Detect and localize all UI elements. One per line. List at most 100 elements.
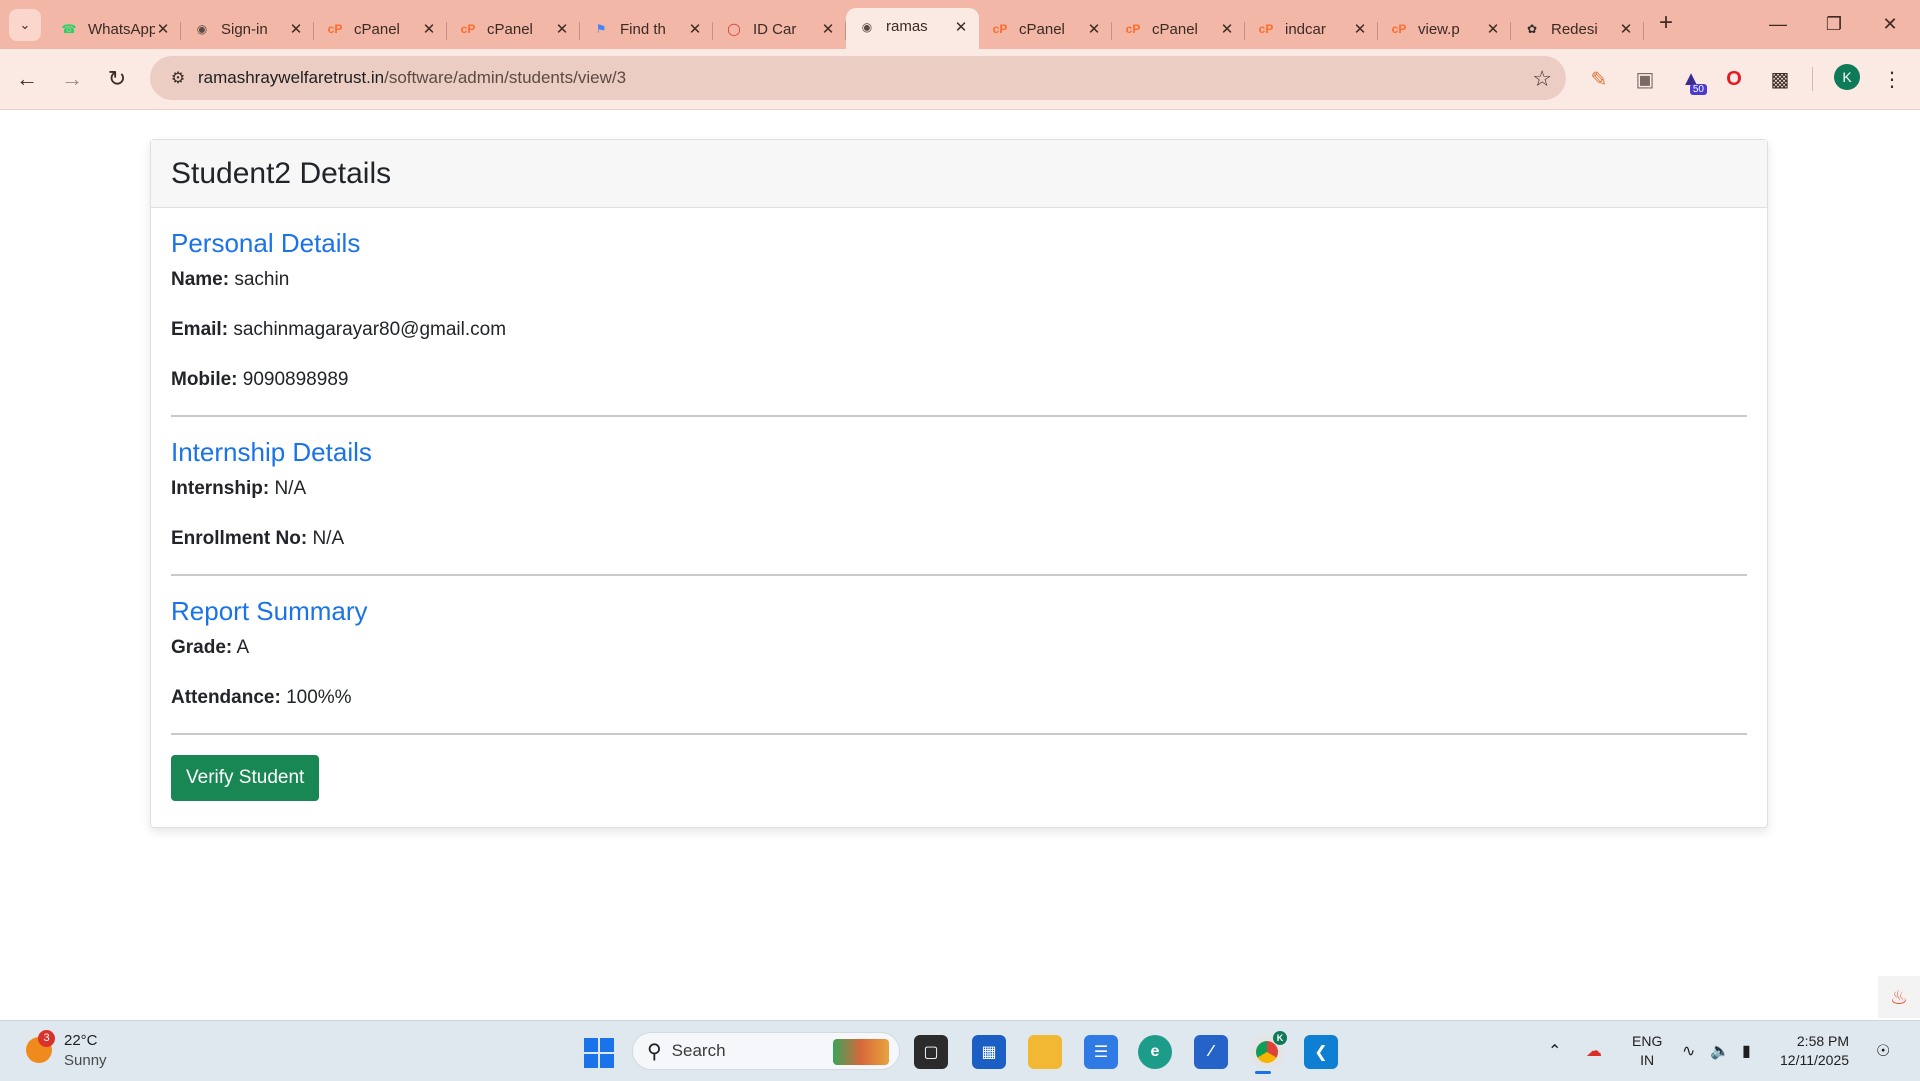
browser-tab[interactable]: cP indcar ✕ [1245, 12, 1378, 46]
close-tab-icon[interactable]: ✕ [1618, 20, 1634, 38]
browser-tab[interactable]: ✿ Redesi ✕ [1511, 12, 1644, 46]
personal-details-heading: Personal Details [171, 228, 361, 258]
enrollment-field: Enrollment No: N/A [171, 528, 1747, 550]
chevron-down-icon: ⌄ [19, 17, 31, 32]
tab-title: cPanel [487, 20, 533, 38]
tab-title: indcar [1285, 20, 1326, 38]
speaker-icon[interactable]: 🔈 [1710, 1041, 1730, 1061]
forward-button[interactable]: → [56, 63, 88, 95]
browser-tab[interactable]: cP view.p ✕ [1378, 12, 1511, 46]
notifications-icon[interactable]: ☉ [1876, 1041, 1890, 1061]
close-tab-icon[interactable]: ✕ [687, 20, 703, 38]
email-value: sachinmagarayar80@gmail.com [233, 319, 507, 340]
chrome-logo [1256, 1041, 1278, 1063]
bookmark-star-icon[interactable]: ☆ [1532, 66, 1552, 92]
restore-button[interactable]: ❐ [1806, 0, 1862, 49]
close-tab-icon[interactable]: ✕ [1352, 20, 1368, 38]
close-tab-icon[interactable]: ✕ [1485, 20, 1501, 38]
onedrive-icon[interactable]: ☁ [1586, 1041, 1602, 1061]
search-highlight-icon [833, 1039, 889, 1065]
minimize-button[interactable]: — [1750, 0, 1806, 49]
browser-tab[interactable]: ◉ Sign-in ✕ [181, 12, 314, 46]
temperature: 22°C [64, 1032, 98, 1049]
tab-title: cPanel [1152, 20, 1198, 38]
weather-badge: 3 [38, 1030, 55, 1047]
flag-icon: ⚑ [595, 22, 607, 36]
file-explorer-icon[interactable] [1028, 1035, 1062, 1069]
reload-button[interactable]: ↻ [101, 63, 133, 95]
time: 2:58 PM [1796, 1033, 1850, 1049]
card-header: Student2 Details [151, 140, 1767, 208]
browser-tab[interactable]: cP cPanel ✕ [314, 12, 447, 46]
date: 12/11/2025 [1780, 1052, 1850, 1068]
browser-tab[interactable]: ☎ WhatsApp ✕ [48, 12, 181, 46]
notepad-icon[interactable]: ☰ [1084, 1035, 1118, 1069]
report-summary-heading: Report Summary [171, 596, 368, 626]
tab-search-button[interactable]: ⌄ [9, 9, 41, 41]
extension-with-badge[interactable]: ▲ 50 [1675, 63, 1707, 95]
new-tab-button[interactable]: + [1652, 10, 1680, 38]
close-tab-icon[interactable]: ✕ [820, 20, 836, 38]
back-button[interactable]: ← [11, 63, 43, 95]
close-tab-icon[interactable]: ✕ [421, 20, 437, 38]
tab-title: ramas [886, 18, 928, 35]
camera-extension-icon[interactable]: ▣ [1629, 63, 1661, 95]
close-tab-icon[interactable]: ✕ [1219, 20, 1235, 38]
taskbar-search[interactable]: ⚲ Search [632, 1032, 900, 1070]
tab-strip: ⌄ ☎ WhatsApp ✕ ◉ Sign-in ✕ cP cPanel ✕ cP cPanel ✕ ⚑… [0, 0, 1920, 49]
windows-start-icon[interactable] [584, 1038, 614, 1068]
openai-icon: ✿ [1526, 22, 1538, 36]
vscode-icon[interactable]: ❮ [1304, 1035, 1338, 1069]
attendance-value: 100%% [286, 687, 352, 708]
browser-tab[interactable]: ⚑ Find th ✕ [580, 12, 713, 46]
close-window-button[interactable]: ✕ [1862, 0, 1918, 49]
grade-field: Grade: A [171, 637, 1747, 659]
browser-tab[interactable]: ◯ ID Car ✕ [713, 12, 846, 46]
tab-list: ☎ WhatsApp ✕ ◉ Sign-in ✕ cP cPanel ✕ cP cPanel ✕ ⚑ Fi… [48, 8, 1644, 49]
language-indicator[interactable]: ENG IN [1632, 1032, 1662, 1070]
pen-extension-icon[interactable]: ✎ [1583, 63, 1615, 95]
browser-tab[interactable]: ◉ ramas ✕ [846, 8, 979, 49]
battery-icon[interactable]: ▮ [1742, 1041, 1751, 1061]
opera-extension-icon[interactable]: O [1718, 63, 1750, 95]
tab-title: Redesi [1551, 20, 1598, 38]
cpanel-icon: cP [1258, 22, 1274, 36]
url-text[interactable]: ramashraywelfaretrust.in/software/admin/… [198, 68, 626, 88]
close-tab-icon[interactable]: ✕ [554, 20, 570, 38]
microsoft-store-icon[interactable]: ▦ [972, 1035, 1006, 1069]
close-tab-icon[interactable]: ✕ [953, 18, 969, 36]
verify-student-button[interactable]: Verify Student [171, 755, 320, 801]
profile-avatar[interactable]: K [1834, 64, 1860, 90]
email-label: Email: [171, 319, 229, 340]
grade-value: A [236, 637, 250, 658]
kebab-menu-icon[interactable]: ⋮ [1876, 63, 1908, 95]
attendance-label: Attendance: [171, 687, 281, 708]
site-info-icon[interactable]: ⚙ [158, 68, 198, 88]
close-tab-icon[interactable]: ✕ [1086, 20, 1102, 38]
task-view-icon[interactable]: ▢ [914, 1035, 948, 1069]
internship-value: N/A [274, 478, 307, 499]
url-domain: ramashraywelfaretrust.in [198, 68, 385, 87]
wifi-icon[interactable]: ∿ [1682, 1041, 1695, 1061]
close-tab-icon[interactable]: ✕ [288, 20, 304, 38]
browser-tab[interactable]: cP cPanel ✕ [1112, 12, 1245, 46]
fire-icon[interactable]: ♨ [1878, 976, 1920, 1018]
clock[interactable]: 2:58 PM 12/11/2025 [1780, 1032, 1849, 1070]
tab-title: cPanel [1019, 20, 1065, 38]
remote-app-icon[interactable]: ∕ [1194, 1035, 1228, 1069]
student-details-card: Student2 Details Personal Details Name: … [150, 139, 1768, 828]
tab-title: Find th [620, 20, 666, 38]
whatsapp-icon: ☎ [61, 22, 77, 36]
arrow-right-icon: → [61, 66, 83, 91]
puzzle-extensions-icon[interactable]: ▩ [1764, 63, 1796, 95]
toolbar-divider [1812, 67, 1813, 91]
minimize-icon: — [1769, 14, 1787, 34]
browser-tab[interactable]: cP cPanel ✕ [447, 12, 580, 46]
close-tab-icon[interactable]: ✕ [155, 20, 171, 38]
chevron-up-icon[interactable]: ⌃ [1548, 1041, 1561, 1061]
edge-icon[interactable]: e [1138, 1035, 1172, 1069]
address-bar[interactable]: ⚙ ramashraywelfaretrust.in/software/admi… [150, 56, 1566, 100]
browser-tab[interactable]: cP cPanel ✕ [979, 12, 1112, 46]
internship-field: Internship: N/A [171, 478, 1747, 500]
chrome-icon[interactable]: K [1250, 1031, 1287, 1069]
